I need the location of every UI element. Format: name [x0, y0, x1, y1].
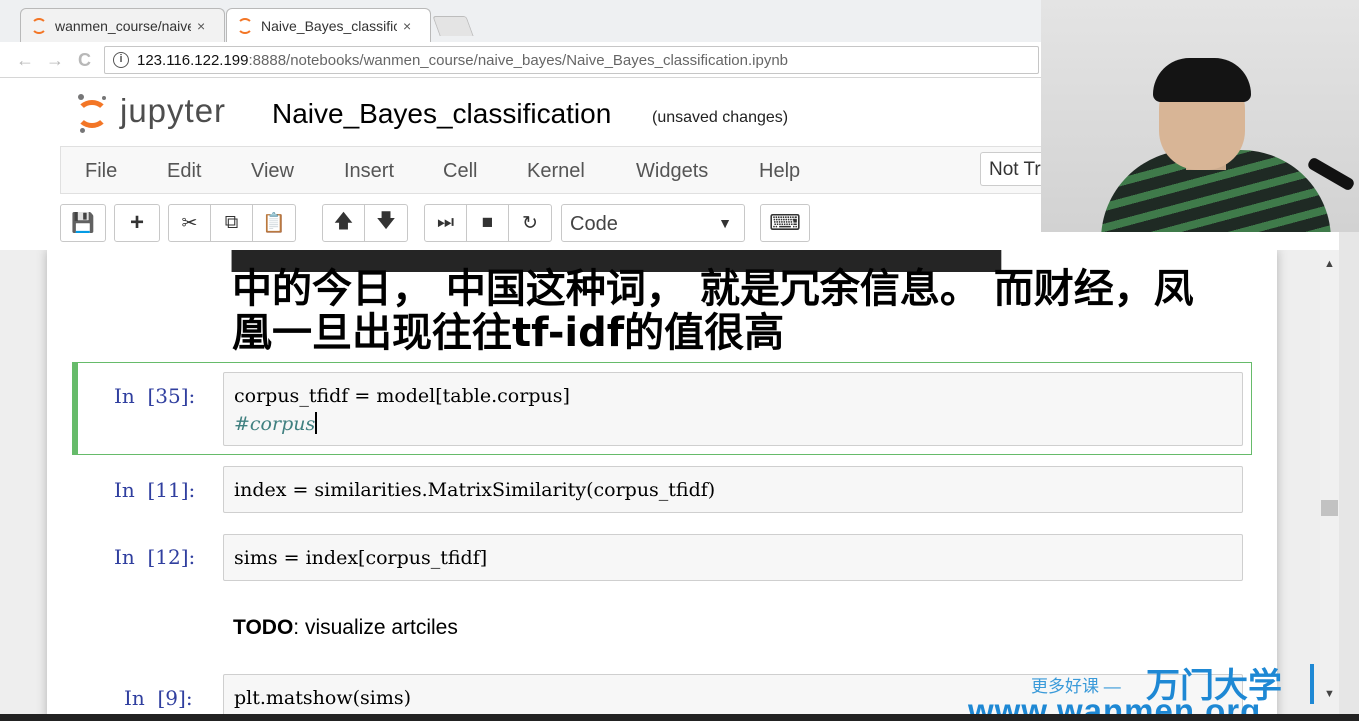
chevron-down-icon: ▼: [718, 215, 732, 231]
cell-prompt: In [11]:: [114, 478, 196, 502]
code-input[interactable]: corpus_tfidf = model[table.corpus] #corp…: [223, 372, 1243, 446]
code-comment: #corpus: [234, 413, 316, 435]
cut-icon[interactable]: ✂: [169, 205, 211, 241]
move-group: 🡅 🡇: [322, 204, 408, 242]
stop-icon[interactable]: ■: [467, 205, 509, 241]
scroll-up-icon[interactable]: ▲: [1324, 258, 1335, 270]
paste-icon[interactable]: 📋: [253, 205, 295, 241]
close-icon[interactable]: ×: [403, 18, 411, 34]
code-line: sims = index[corpus_tfidf]: [234, 547, 488, 569]
window-edge: [1339, 232, 1359, 721]
menu-widgets[interactable]: Widgets: [636, 160, 708, 183]
url-path: :8888/notebooks/wanmen_course/naive_baye…: [248, 51, 789, 69]
jupyter-favicon-icon: [237, 17, 253, 34]
text-cursor: [315, 412, 318, 434]
notebook-title[interactable]: Naive_Bayes_classification: [272, 98, 611, 130]
clipboard-group: ✂ ⧉ 📋: [168, 204, 296, 242]
menu-cell[interactable]: Cell: [443, 160, 477, 183]
code-line: index = similarities.MatrixSimilarity(co…: [234, 479, 716, 501]
scrollbar-thumb[interactable]: [1321, 500, 1338, 516]
menu-kernel[interactable]: Kernel: [527, 160, 585, 183]
move-up-icon[interactable]: 🡅: [323, 205, 365, 241]
menu-file[interactable]: File: [85, 160, 117, 183]
code-comment-line: #corpus: [234, 412, 318, 435]
tab-label: wanmen_course/naive_: [55, 17, 191, 34]
code-line: plt.matshow(sims): [234, 687, 412, 709]
tab-label: Naive_Bayes_classificat: [261, 17, 397, 34]
todo-text: : visualize artciles: [293, 616, 458, 639]
jupyter-favicon-icon: [31, 17, 47, 34]
cell-prompt: In [9]:: [124, 686, 193, 710]
keyboard-shortcuts-button[interactable]: ⌨: [760, 204, 810, 242]
move-down-icon[interactable]: 🡇: [365, 205, 407, 241]
back-arrow-icon[interactable]: ←: [16, 50, 34, 71]
cell-type-select[interactable]: Code ▼: [561, 204, 745, 242]
new-tab-button[interactable]: [432, 16, 474, 36]
save-button[interactable]: 💾: [60, 204, 106, 242]
menu-insert[interactable]: Insert: [344, 160, 394, 183]
scroll-down-icon[interactable]: ▼: [1324, 688, 1335, 700]
menu-edit[interactable]: Edit: [167, 160, 201, 183]
copy-icon[interactable]: ⧉: [211, 205, 253, 241]
bottom-strip: [0, 714, 1359, 721]
forward-arrow-icon[interactable]: →: [46, 50, 64, 71]
insert-cell-button[interactable]: +: [114, 204, 160, 242]
jupyter-brand[interactable]: jupyter: [120, 92, 226, 130]
vertical-scrollbar[interactable]: ▲ ▼: [1320, 250, 1339, 721]
reload-icon[interactable]: C: [78, 50, 91, 71]
tab-wanmen-course[interactable]: wanmen_course/naive_ ×: [20, 8, 225, 42]
menu-help[interactable]: Help: [759, 160, 800, 183]
markdown-line: 凰一旦出现往往tf-idf的值很高: [232, 310, 785, 356]
run-icon[interactable]: ⏭: [425, 205, 467, 241]
url-field[interactable]: i 123.116.122.199:8888/notebooks/wanmen_…: [104, 46, 1039, 74]
watermark-divider: [1310, 664, 1314, 704]
trusted-indicator[interactable]: Not Tr: [980, 152, 1042, 186]
url-host: 123.116.122.199: [137, 51, 249, 69]
webcam-overlay: [1041, 0, 1359, 232]
jupyter-logo-icon[interactable]: [74, 92, 110, 136]
screen: wanmen_course/naive_ × Naive_Bayes_class…: [0, 0, 1359, 721]
code-input[interactable]: sims = index[corpus_tfidf]: [223, 534, 1243, 581]
run-group: ⏭ ■ ↻: [424, 204, 552, 242]
menu-view[interactable]: View: [251, 160, 294, 183]
todo-label: TODO: [233, 616, 294, 639]
cell-prompt: In [35]:: [114, 384, 196, 408]
tab-naive-bayes[interactable]: Naive_Bayes_classificat ×: [226, 8, 431, 42]
cell-type-value: Code: [570, 213, 618, 235]
save-status: (unsaved changes): [652, 109, 789, 126]
info-icon[interactable]: i: [113, 52, 129, 68]
todo-markdown: TODO: visualize artciles: [233, 616, 458, 640]
restart-icon[interactable]: ↻: [509, 205, 551, 241]
code-line: corpus_tfidf = model[table.corpus]: [234, 385, 570, 407]
cell-prompt: In [12]:: [114, 545, 196, 569]
code-input[interactable]: index = similarities.MatrixSimilarity(co…: [223, 466, 1243, 513]
close-icon[interactable]: ×: [197, 18, 205, 34]
